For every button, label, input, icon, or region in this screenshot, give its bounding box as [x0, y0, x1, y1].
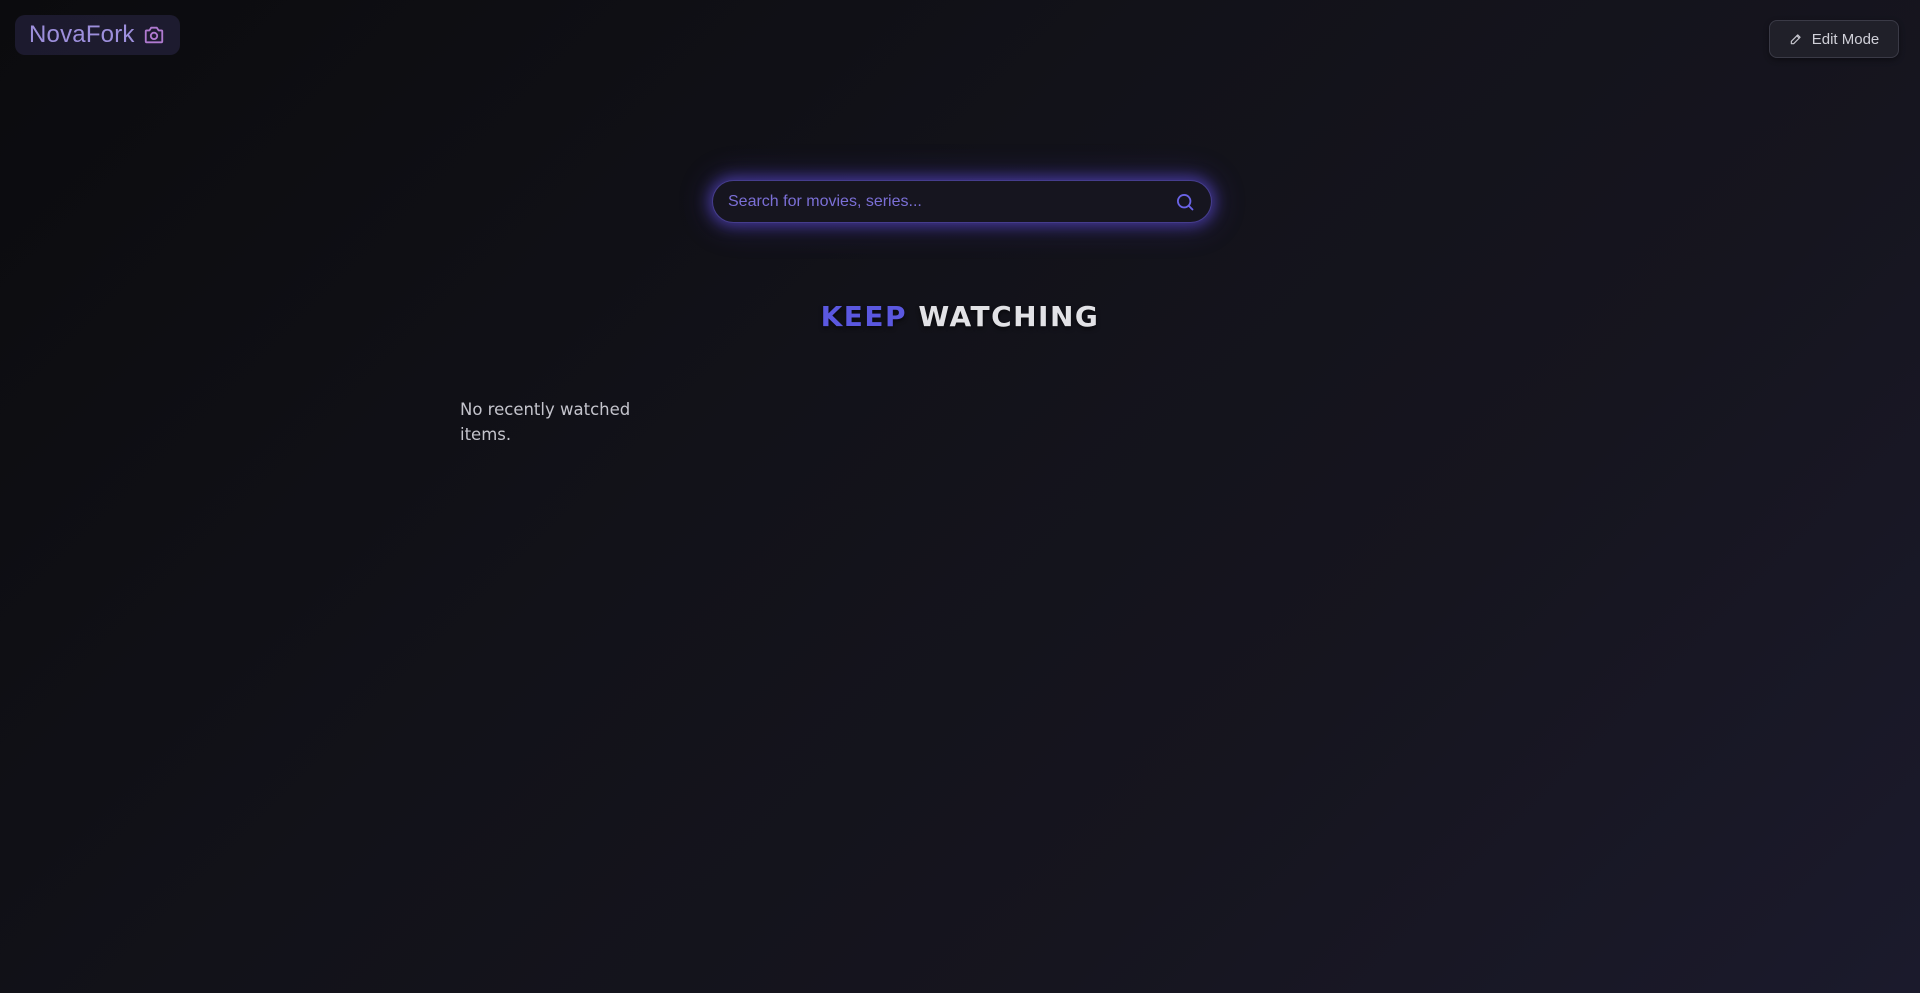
camera-icon	[143, 24, 165, 46]
title-accent: KEEP	[820, 300, 908, 333]
title-main: WATCHING	[918, 300, 1100, 333]
app-logo[interactable]: NovaFork	[15, 15, 180, 55]
edit-mode-button[interactable]: Edit Mode	[1769, 20, 1899, 58]
search-bar	[712, 180, 1212, 223]
empty-history-message: No recently watched items.	[460, 400, 631, 444]
edit-mode-label: Edit Mode	[1811, 30, 1880, 48]
pencil-icon	[1789, 32, 1803, 46]
search-icon[interactable]	[1175, 192, 1195, 212]
search-input[interactable]	[728, 181, 1175, 222]
keep-watching-title: KEEP WATCHING	[0, 300, 1920, 333]
app-name: NovaFork	[29, 21, 135, 48]
